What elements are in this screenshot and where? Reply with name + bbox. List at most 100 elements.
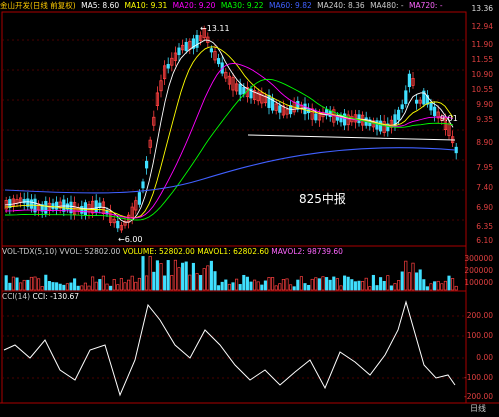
volume-bar [227, 283, 231, 291]
candlestick [216, 53, 221, 67]
candlestick [73, 196, 77, 220]
volume-bar [80, 285, 84, 291]
volume-bar [281, 279, 285, 291]
volume-bar [112, 279, 116, 291]
candlestick [346, 110, 350, 131]
candlestick [162, 60, 167, 86]
candlestick [166, 57, 170, 74]
candlestick [191, 34, 195, 55]
volume-bar [433, 281, 437, 291]
candlestick [231, 73, 235, 97]
volume-bar [202, 268, 206, 291]
candlestick [303, 97, 307, 121]
candlestick [119, 221, 123, 233]
volume-bar [353, 281, 357, 291]
candlestick [152, 110, 156, 131]
candlestick [252, 86, 257, 104]
volume-bar [206, 265, 210, 291]
volume-bar [278, 283, 282, 291]
period-label[interactable]: 日线 [470, 404, 486, 414]
candlestick [26, 192, 30, 211]
volume-bar [98, 279, 102, 291]
volume-bar [152, 271, 156, 291]
volume-bar [397, 280, 401, 291]
volume-bar [209, 260, 213, 291]
candlestick [18, 192, 23, 208]
candlestick [407, 70, 412, 93]
volume-bar [245, 276, 249, 291]
volume-bar [101, 275, 105, 291]
volume-bar [454, 285, 458, 291]
candlestick [40, 201, 44, 218]
volume-bar [62, 284, 66, 291]
candlestick [342, 109, 347, 131]
volume-bar [404, 260, 408, 291]
volume-bar [55, 282, 59, 291]
volume-bar [177, 267, 181, 291]
volume-bar [191, 262, 195, 291]
candlestick [267, 89, 271, 115]
volume-bar [22, 279, 26, 291]
candlestick [411, 72, 415, 89]
candlestick [299, 101, 304, 114]
volume-bar [325, 277, 329, 291]
candlestick [220, 56, 224, 77]
candlestick [256, 88, 260, 106]
volume-bar [116, 284, 120, 291]
volume-panel-header: VOL-TDX(5,10) VVOL: 52802.00 VOLUME: 528… [2, 247, 343, 256]
candlestick [91, 195, 95, 218]
volume-bar [87, 285, 91, 291]
candlestick [80, 200, 84, 220]
volume-bar [346, 276, 350, 291]
right-marker: 9.01 [440, 114, 458, 123]
volume-bar [15, 277, 19, 291]
volume-bar [130, 275, 134, 291]
volume-bar [29, 276, 33, 291]
volume-bar [199, 275, 203, 291]
volume-bars [4, 256, 458, 291]
volume-bar [123, 282, 127, 291]
volume-bar [195, 273, 199, 291]
volume-bar [217, 285, 221, 291]
candlestick [414, 94, 419, 110]
volume-bar [44, 274, 48, 291]
candlestick [386, 117, 390, 137]
candlestick [188, 38, 192, 55]
volume-bar [263, 280, 267, 291]
candlestick [425, 90, 430, 108]
candlestick [98, 197, 102, 214]
volume-bar [65, 283, 69, 291]
volume-bar [314, 277, 318, 291]
candlestick [227, 72, 231, 90]
candlestick [180, 39, 185, 54]
candlestick [310, 103, 314, 126]
volume-bar [429, 283, 433, 291]
volume-bar [303, 283, 307, 291]
volume-bar [339, 285, 343, 291]
volume-bar [166, 260, 170, 291]
candlestick [285, 104, 289, 119]
candlestick [37, 200, 41, 217]
volume-bar [119, 278, 123, 291]
volume-bar [253, 279, 257, 291]
volume-bar [310, 278, 314, 291]
volume-bar [8, 282, 12, 291]
volume-bar [411, 262, 415, 291]
volume-bar [137, 277, 141, 291]
kline-chart[interactable] [0, 0, 499, 417]
candlestick [375, 117, 379, 136]
volume-bar [292, 286, 296, 291]
candlestick [148, 136, 152, 154]
candlestick [260, 87, 264, 109]
volume-bar [76, 285, 80, 291]
candlestick [127, 212, 131, 229]
volume-bar [213, 271, 217, 291]
volume-bar [105, 283, 109, 291]
volume-bar [260, 284, 264, 291]
volume-bar [299, 276, 303, 291]
candlestick [422, 88, 426, 108]
volume-bar [379, 277, 383, 291]
volume-bar [400, 271, 404, 291]
candlestick [137, 189, 141, 208]
volume-bar [181, 262, 185, 291]
